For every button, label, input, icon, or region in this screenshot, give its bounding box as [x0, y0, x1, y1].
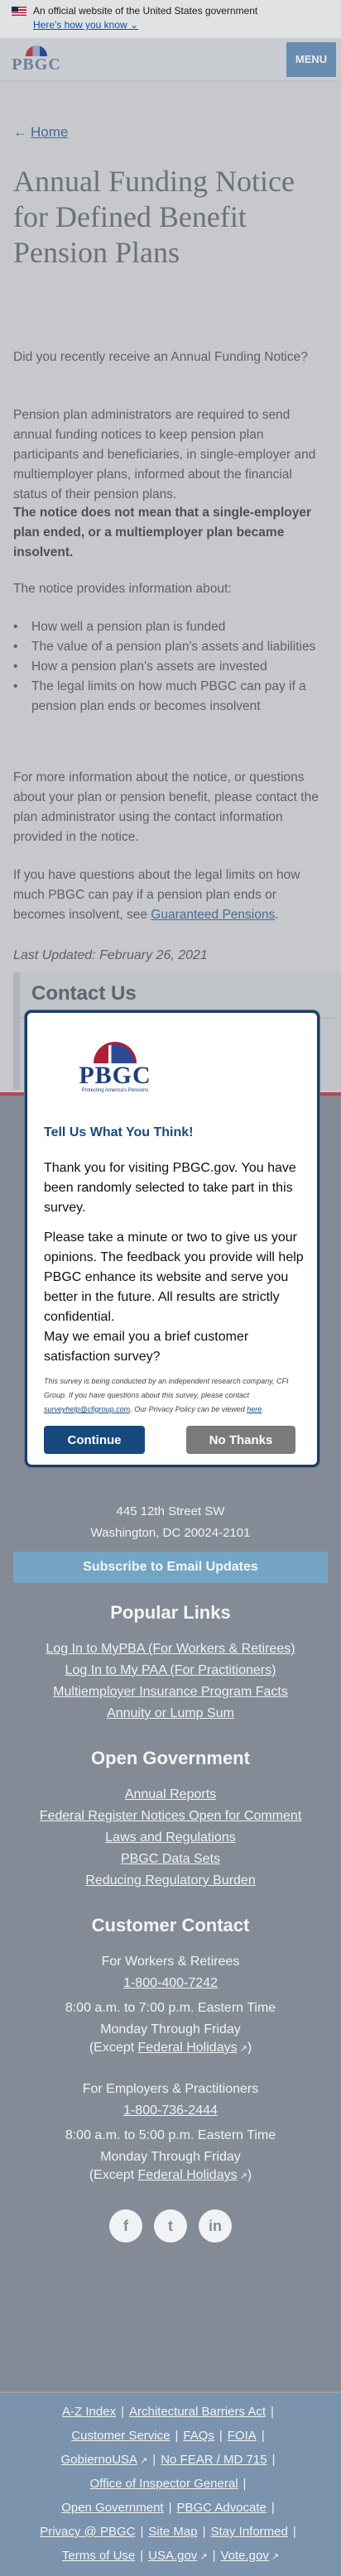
- pbgc-logo: PBGC Protecting America's Pensions: [75, 1042, 155, 1108]
- footer-link[interactable]: Privacy @ PBGC: [40, 2525, 135, 2539]
- contact-us-heading: Contact Us: [31, 982, 137, 1005]
- address-line-2: Washington, DC 20024-2101: [90, 1526, 251, 1540]
- employers-phone-link[interactable]: 1-800-736-2444: [0, 2103, 341, 2118]
- pbgc-logo[interactable]: PBGC: [12, 44, 61, 75]
- legal-limits-paragraph: If you have questions about the legal li…: [13, 868, 300, 922]
- footer-link[interactable]: A-Z Index: [62, 2405, 116, 2419]
- external-link-icon: ↗: [239, 2044, 247, 2054]
- page: An official website of the United States…: [0, 0, 341, 2576]
- list-item: The legal limits on how much PBGC can pa…: [13, 677, 328, 717]
- bottom-links-row: A-Z Index | Architectural Barriers Act |: [62, 2405, 274, 2419]
- facebook-icon[interactable]: f: [109, 2209, 142, 2243]
- bottom-links-row: Privacy @ PBGC | Site Map | Stay Informed |: [40, 2525, 296, 2539]
- footer-link[interactable]: PBGC Advocate: [177, 2501, 267, 2515]
- list-item: The value of a pension plan's assets and…: [13, 637, 328, 657]
- footer-link[interactable]: USA.gov: [148, 2549, 197, 2563]
- survey-description: Please take a minute or two to give us y…: [44, 1230, 304, 1324]
- heres-how-you-know-link[interactable]: Here's how you know ⌄: [33, 19, 329, 31]
- survey-modal: PBGC Protecting America's Pensions Tell …: [25, 1010, 319, 1467]
- subscribe-button[interactable]: Subscribe to Email Updates: [13, 1552, 328, 1583]
- notice-disclaimer: The notice does not mean that a single-e…: [13, 506, 312, 559]
- federal-holidays-link[interactable]: Federal Holidays: [138, 2168, 238, 2182]
- chevron-down-icon: ⌄: [130, 19, 139, 31]
- open-government-heading: Open Government: [91, 1748, 250, 1768]
- external-link-icon: ↗: [140, 2456, 148, 2466]
- social-links: f t in: [0, 2209, 341, 2243]
- no-thanks-button[interactable]: No Thanks: [186, 1426, 295, 1454]
- survey-intro: Thank you for visiting PBGC.gov. You hav…: [44, 1161, 296, 1215]
- bottom-links-row: Open Government | PBGC Advocate |: [61, 2501, 275, 2515]
- footer-link[interactable]: Stay Informed: [210, 2525, 287, 2539]
- gov-banner: An official website of the United States…: [0, 0, 341, 38]
- survey-fine-print: This survey is being conducted by an ind…: [44, 1377, 289, 1413]
- external-link-icon: ↗: [271, 2552, 280, 2562]
- footer-link-mypaa[interactable]: Log In to My PAA (For Practitioners): [0, 1663, 341, 1678]
- linkedin-icon[interactable]: in: [199, 2209, 232, 2243]
- footer-link-regulatory-burden[interactable]: Reducing Regulatory Burden: [0, 1873, 341, 1888]
- description-paragraph: Pension plan administrators are required…: [13, 408, 316, 501]
- footer-link-annuity[interactable]: Annuity or Lump Sum: [0, 1706, 341, 1721]
- workers-label: For Workers & Retirees: [101, 1955, 240, 1969]
- footer-link[interactable]: Office of Inspector General: [90, 2477, 238, 2491]
- us-flag-icon: [12, 6, 26, 16]
- workers-phone-link[interactable]: 1-800-400-7242: [0, 1976, 341, 1991]
- privacy-policy-link[interactable]: here: [247, 1405, 262, 1413]
- footer-link[interactable]: Terms of Use: [62, 2549, 135, 2563]
- survey-help-email-link[interactable]: surveyhelp@cfigroup.com: [44, 1405, 130, 1413]
- bottom-links-row: Terms of Use | USA.gov ↗ | Vote.gov ↗: [61, 2549, 280, 2563]
- menu-button[interactable]: MENU: [286, 41, 336, 77]
- bottom-links-row: Office of Inspector General |: [89, 2477, 247, 2491]
- workers-holidays: (Except Federal Holidays ↗): [89, 2041, 252, 2055]
- last-updated: Last Updated: February 26, 2021: [13, 948, 208, 962]
- footer-link[interactable]: FAQs: [183, 2429, 214, 2443]
- external-link-icon: ↗: [239, 2171, 247, 2181]
- bottom-links-row: Customer Service | FAQs | FOIA |: [71, 2429, 265, 2443]
- footer-link-multiemployer[interactable]: Multiemployer Insurance Program Facts: [0, 1685, 341, 1700]
- more-info-paragraph: For more information about the notice, o…: [13, 770, 319, 844]
- footer-link-annual-reports[interactable]: Annual Reports: [0, 1787, 341, 1802]
- info-intro: The notice provides information about:: [13, 582, 232, 596]
- footer-link-laws[interactable]: Laws and Regulations: [0, 1830, 341, 1845]
- breadcrumb-home-link[interactable]: ← Home: [13, 124, 68, 141]
- employers-holidays: (Except Federal Holidays ↗): [89, 2168, 252, 2182]
- footer-link[interactable]: Vote.gov: [220, 2549, 268, 2563]
- guaranteed-pensions-link[interactable]: Guaranteed Pensions: [151, 908, 275, 922]
- survey-question: May we email you a brief customer satisf…: [44, 1330, 249, 1364]
- footer-link[interactable]: Open Government: [61, 2501, 163, 2515]
- footer-link[interactable]: FOIA: [228, 2429, 257, 2443]
- footer-link[interactable]: No FEAR / MD 715: [161, 2453, 267, 2467]
- footer-link-mypba[interactable]: Log In to MyPBA (For Workers & Retirees): [0, 1642, 341, 1657]
- popular-links-heading: Popular Links: [110, 1602, 231, 1623]
- footer-link[interactable]: Architectural Barriers Act: [129, 2405, 266, 2419]
- info-list: How well a pension plan is funded The va…: [13, 617, 328, 717]
- footer-link-data-sets[interactable]: PBGC Data Sets: [0, 1852, 341, 1867]
- list-item: How well a pension plan is funded: [13, 617, 328, 637]
- address-line-1: 445 12th Street SW: [116, 1504, 225, 1518]
- arrow-left-icon: ←: [13, 124, 27, 140]
- external-link-icon: ↗: [199, 2552, 208, 2562]
- employers-label: For Employers & Practitioners: [82, 2082, 259, 2096]
- footer-link[interactable]: Customer Service: [71, 2429, 170, 2443]
- footer-link-federal-register[interactable]: Federal Register Notices Open for Commen…: [0, 1809, 341, 1824]
- federal-holidays-link[interactable]: Federal Holidays: [138, 2041, 238, 2055]
- continue-button[interactable]: Continue: [44, 1426, 145, 1454]
- survey-heading: Tell Us What You Think!: [44, 1125, 194, 1139]
- site-header: PBGC MENU: [0, 38, 341, 81]
- employers-hours: 8:00 a.m. to 5:00 p.m. Eastern Time Mond…: [65, 2128, 276, 2164]
- page-title: Annual Funding Notice for Defined Benefi…: [13, 165, 295, 269]
- footer-link[interactable]: GobiernoUSA: [61, 2453, 138, 2467]
- bottom-links-row: GobiernoUSA ↗ | No FEAR / MD 715 |: [60, 2453, 276, 2467]
- list-item: How a pension plan's assets are invested: [13, 657, 328, 677]
- twitter-icon[interactable]: t: [154, 2209, 187, 2243]
- workers-hours: 8:00 a.m. to 7:00 p.m. Eastern Time Mond…: [65, 2001, 276, 2036]
- gov-banner-text: An official website of the United States…: [33, 5, 258, 17]
- customer-contact-heading: Customer Contact: [91, 1915, 250, 1936]
- footer-link[interactable]: Site Map: [148, 2525, 197, 2539]
- intro-paragraph: Did you recently receive an Annual Fundi…: [13, 350, 308, 364]
